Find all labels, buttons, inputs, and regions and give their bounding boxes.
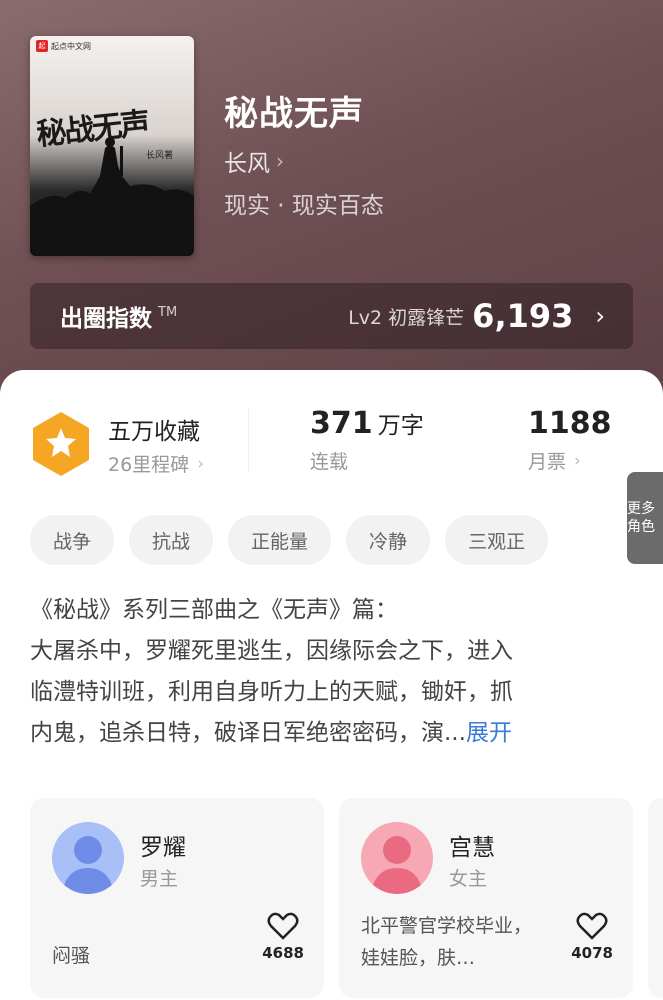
like-count: 4688	[262, 944, 304, 962]
character-name: 宫慧	[449, 835, 495, 861]
character-avatar	[361, 822, 433, 894]
cover-brand: 起 起点中文网	[36, 40, 91, 52]
book-description: 《秘战》系列三部曲之《无声》篇： 大屠杀中，罗耀死里逃生，因缘际会之下，进入 临…	[30, 590, 630, 754]
character-card[interactable]: 罗耀 男主 闷骚 4688	[30, 798, 324, 998]
favorites-title: 五万收藏	[108, 419, 200, 445]
like-button[interactable]: 4078	[571, 912, 613, 962]
favorites-badge-icon	[30, 410, 92, 478]
monthly-votes-label: 月票	[528, 451, 567, 473]
qidian-logo-icon: 起	[36, 40, 48, 52]
stats-divider	[248, 408, 249, 472]
character-name: 罗耀	[140, 835, 186, 861]
heart-icon	[576, 912, 608, 940]
chevron-right-icon: ›	[574, 450, 581, 471]
book-header: 起 起点中文网 秘战无声 长风著 秘战无声 长风 › 现实 · 现实百态 出圈指…	[0, 0, 663, 420]
tag-chip[interactable]: 三观正	[445, 515, 549, 565]
popularity-value: 6,193	[472, 297, 574, 335]
trademark-mark: TM	[158, 305, 178, 320]
word-count-unit: 万字	[377, 413, 424, 439]
like-count: 4078	[571, 944, 613, 962]
word-count-value: 371	[310, 406, 373, 441]
chevron-right-icon: ›	[197, 453, 204, 474]
author-name: 长风	[224, 151, 270, 177]
male-avatar-icon	[52, 822, 124, 894]
tag-chip[interactable]: 冷静	[346, 515, 431, 565]
heart-icon	[267, 912, 299, 940]
tag-chip[interactable]: 战争	[30, 515, 115, 565]
like-button[interactable]: 4688	[262, 912, 304, 962]
description-line: 大屠杀中，罗耀死里逃生，因缘际会之下，进入	[30, 638, 513, 664]
author-link[interactable]: 长风 ›	[224, 144, 284, 178]
character-avatar	[52, 822, 124, 894]
book-details-panel: 五万收藏 26里程碑 › 371 万字 连载 1188 月票 › 战争 抗战 正…	[0, 370, 663, 1000]
more-roles-button[interactable]: 更多角色	[627, 472, 663, 564]
monthly-votes-value: 1188	[528, 406, 612, 441]
character-description: 闷骚	[52, 945, 91, 967]
description-line: 临澧特训班，利用自身听力上的天赋，锄奸，抓	[30, 679, 513, 705]
description-line: 《秘战》系列三部曲之《无声》篇：	[30, 597, 398, 623]
milestones-link[interactable]: 26里程碑 ›	[108, 450, 204, 477]
character-card[interactable]: 宫慧 女主 北平警官学校毕业，娃娃脸，肤… 4078	[339, 798, 633, 998]
book-title: 秘战无声	[224, 94, 364, 134]
popularity-label: 出圈指数	[60, 306, 152, 332]
soldier-silhouette-icon	[30, 137, 194, 256]
word-count-stat: 371 万字 连载	[310, 406, 424, 474]
description-line: 内鬼，追杀日特，破译日军绝密密码，演...	[30, 720, 466, 746]
character-card-peek[interactable]	[648, 798, 663, 998]
character-description: 北平警官学校毕业，娃娃脸，肤…	[361, 915, 533, 969]
serial-status: 连载	[310, 451, 349, 473]
chevron-right-icon: ›	[595, 302, 605, 330]
tag-chip[interactable]: 抗战	[129, 515, 214, 565]
expand-description-button[interactable]: 展开	[466, 720, 512, 746]
book-cover[interactable]: 起 起点中文网 秘战无声 长风著	[30, 36, 194, 256]
character-role: 女主	[449, 868, 488, 890]
popularity-level: Lv2 初露锋芒	[348, 306, 465, 329]
tag-chip[interactable]: 正能量	[228, 515, 332, 565]
character-role: 男主	[140, 868, 179, 890]
female-avatar-icon	[361, 822, 433, 894]
chevron-right-icon: ›	[276, 149, 284, 173]
tag-list: 战争 抗战 正能量 冷静 三观正	[30, 515, 549, 565]
genre-label: 现实 · 现实百态	[224, 193, 384, 219]
monthly-votes-stat[interactable]: 1188 月票 ›	[528, 406, 612, 474]
popularity-index-bar[interactable]: 出圈指数 TM Lv2 初露锋芒 6,193 ›	[30, 283, 633, 349]
